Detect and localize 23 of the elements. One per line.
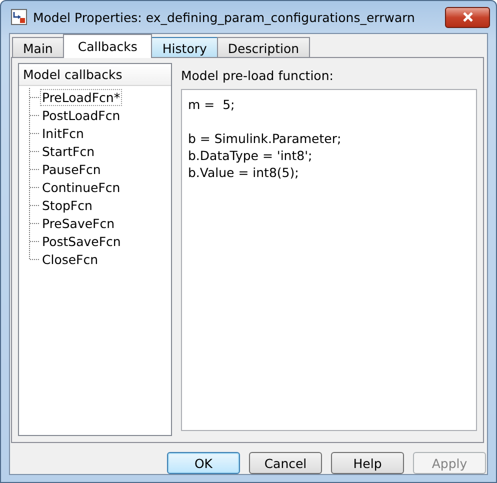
code-editor[interactable]: m = 5; b = Simulink.Parameter; b.DataType = 'int8'; b.Value = int8(5); xyxy=(181,89,477,431)
window-title: Model Properties: ex_defining_param_configurations_errwarn xyxy=(33,10,416,24)
editor-label: Model pre-load function: xyxy=(181,67,334,85)
close-button[interactable] xyxy=(445,6,490,28)
app-icon xyxy=(11,9,27,25)
tab[interactable]: History xyxy=(151,37,218,58)
dialog-button[interactable]: OK xyxy=(167,452,240,474)
tree-item[interactable]: PostLoadFcn xyxy=(41,108,122,122)
tree-item[interactable]: StartFcn xyxy=(41,144,96,158)
tree-item[interactable]: StopFcn xyxy=(41,198,94,212)
tab[interactable]: Main xyxy=(12,37,64,58)
dialog-button[interactable]: Help xyxy=(331,452,404,474)
tree-item[interactable]: InitFcn xyxy=(41,126,85,140)
dialog-button[interactable]: Cancel xyxy=(249,452,322,474)
tab[interactable]: Description xyxy=(216,37,310,58)
tree-item[interactable]: PreSaveFcn xyxy=(41,216,116,230)
tree-item[interactable]: PauseFcn xyxy=(41,162,102,176)
tab[interactable]: Callbacks xyxy=(62,34,152,58)
close-icon xyxy=(462,12,474,22)
tree-item[interactable]: ContinueFcn xyxy=(41,180,122,194)
tree-item[interactable]: PostSaveFcn xyxy=(41,234,122,248)
tree-item[interactable]: CloseFcn xyxy=(41,252,100,266)
tree-item[interactable]: PreLoadFcn* xyxy=(41,90,122,104)
